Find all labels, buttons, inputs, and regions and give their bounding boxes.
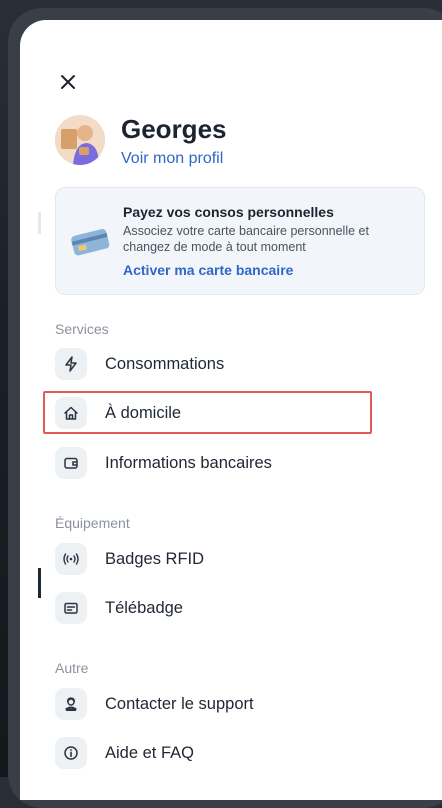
avatar[interactable] (55, 115, 105, 165)
section-title-equipement: Équipement (55, 515, 130, 531)
section-title-autre: Autre (55, 660, 89, 676)
lightning-icon (55, 348, 87, 380)
promo-title: Payez vos consos personnelles (123, 204, 334, 220)
badge-card-icon (55, 592, 87, 624)
wallet-icon (55, 447, 87, 479)
menu-item-aide-faq[interactable]: Aide et FAQ (55, 737, 395, 769)
close-button[interactable] (56, 70, 80, 94)
avatar-illustration (55, 115, 105, 165)
menu-label: Consommations (105, 354, 225, 373)
menu-item-contacter-support[interactable]: Contacter le support (55, 688, 395, 720)
menu-label: Télébadge (105, 598, 183, 617)
highlight-box (43, 391, 372, 434)
info-icon (55, 737, 87, 769)
bank-card-promo: Payez vos consos personnelles Associez v… (55, 187, 425, 295)
rfid-icon (55, 543, 87, 575)
menu-item-informations-bancaires[interactable]: Informations bancaires (55, 447, 395, 479)
navigation-drawer: Georges Voir mon profil Payez vos consos… (20, 20, 442, 800)
view-profile-link[interactable]: Voir mon profil (121, 150, 223, 168)
credit-card-icon (71, 229, 110, 256)
promo-description: Associez votre carte bancaire personnell… (123, 224, 369, 254)
background-sliver (38, 212, 41, 234)
menu-label: Contacter le support (105, 694, 254, 713)
menu-item-consommations[interactable]: Consommations (55, 348, 395, 380)
section-title-services: Services (55, 321, 109, 337)
background-sliver (38, 568, 41, 598)
support-icon (55, 688, 87, 720)
profile-name: Georges (121, 114, 227, 144)
activate-card-link[interactable]: Activer ma carte bancaire (123, 262, 293, 278)
menu-label: Badges RFID (105, 549, 205, 568)
menu-label: Informations bancaires (105, 453, 272, 472)
menu-item-telebadge[interactable]: Télébadge (55, 592, 395, 624)
menu-item-badges-rfid[interactable]: Badges RFID (55, 543, 395, 575)
menu-label: Aide et FAQ (105, 743, 194, 762)
close-icon (61, 75, 75, 89)
